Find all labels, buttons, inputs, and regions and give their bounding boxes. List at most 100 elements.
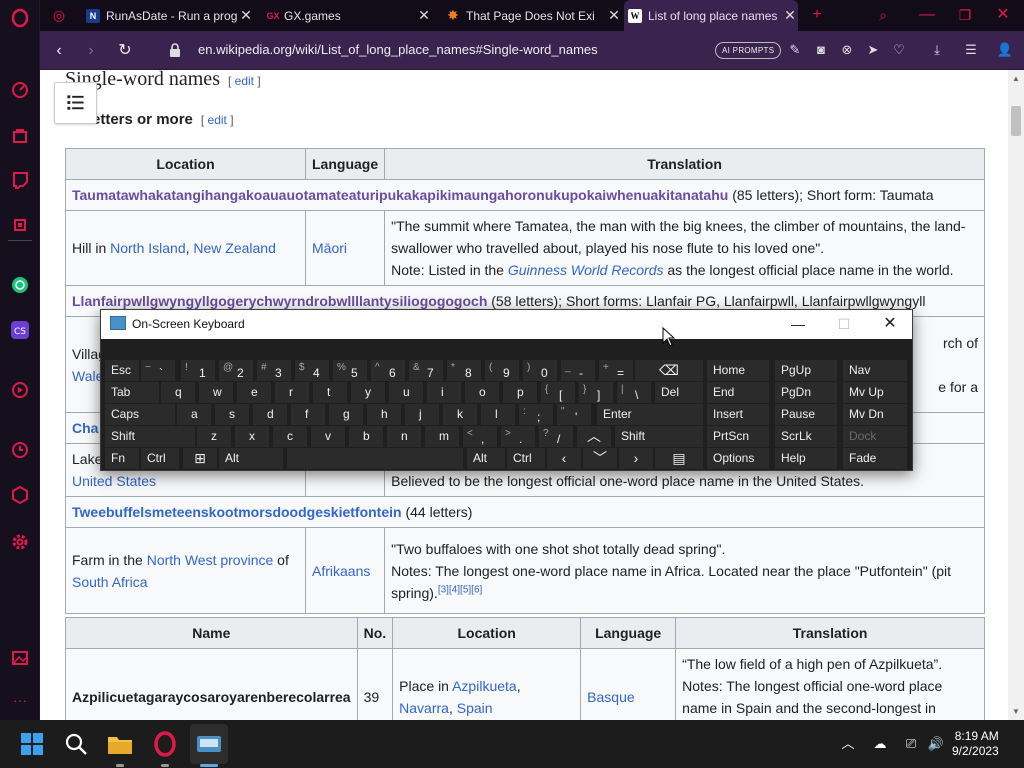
key-2[interactable]: @2 xyxy=(219,360,253,381)
key-5[interactable]: % 5 xyxy=(333,360,367,381)
key-context-menu-icon[interactable]: ▤ xyxy=(655,448,703,469)
key-f[interactable]: f xyxy=(291,404,325,425)
scroll-thumb[interactable] xyxy=(1011,106,1021,136)
key-t[interactable]: t xyxy=(313,382,347,403)
key-q[interactable]: q xyxy=(161,382,195,403)
key-8[interactable]: * 8 xyxy=(447,360,481,381)
more-dots-icon[interactable]: ··· xyxy=(10,690,30,710)
new-tab-plus-icon[interactable]: + xyxy=(806,5,828,25)
location-link[interactable]: United States xyxy=(72,473,156,489)
key-alt[interactable]: Alt xyxy=(467,448,505,469)
camera-icon[interactable]: ◙ xyxy=(812,41,830,59)
tab-long-place-names[interactable]: W List of long place names ✕ xyxy=(624,0,798,31)
key-3[interactable]: #3 xyxy=(257,360,291,381)
minimize-icon[interactable]: — xyxy=(787,314,809,334)
forward-icon[interactable]: › xyxy=(80,40,102,62)
tab-close-icon[interactable]: ✕ xyxy=(606,7,622,24)
key-a[interactable]: a xyxy=(177,404,211,425)
location-link[interactable]: New Zealand xyxy=(193,240,276,256)
key-windows-icon[interactable]: ⊞ xyxy=(183,448,217,469)
key-dock[interactable]: Dock xyxy=(843,426,907,447)
key-w[interactable]: w xyxy=(199,382,233,403)
extensions-cube-icon[interactable] xyxy=(10,485,30,505)
aria-icon[interactable] xyxy=(10,80,30,100)
lock-icon[interactable] xyxy=(168,42,182,58)
location-link[interactable]: Spain xyxy=(457,700,493,716)
key-down-arrow-icon[interactable]: ﹀ xyxy=(583,448,617,469)
close-window-icon[interactable]: ✕ xyxy=(992,5,1014,25)
key-end[interactable]: End xyxy=(707,382,769,403)
place-name-link[interactable]: Llanfairpwllgwyngyllgogerychwyrndrobwlll… xyxy=(72,293,487,309)
key-scrlk[interactable]: ScrLk xyxy=(775,426,837,447)
easy-setup-icon[interactable]: ☰ xyxy=(962,41,980,59)
key-options[interactable]: Options xyxy=(707,448,769,469)
key-v[interactable]: v xyxy=(311,426,345,447)
key-shift[interactable]: Shift xyxy=(615,426,703,447)
maximize-icon[interactable]: ☐ xyxy=(833,314,855,334)
url-text[interactable]: en.wikipedia.org/wiki/List_of_long_place… xyxy=(198,42,598,57)
location-link[interactable]: South Africa xyxy=(72,574,148,590)
key-left-arrow-icon[interactable]: ‹ xyxy=(547,448,581,469)
heart-icon[interactable]: ♡ xyxy=(890,41,908,59)
language-link[interactable]: Basque xyxy=(587,689,634,705)
shopping-bag-icon[interactable] xyxy=(10,125,30,145)
settings-gear-icon[interactable] xyxy=(10,532,30,552)
location-link[interactable]: North West province xyxy=(147,552,274,568)
key-prtscn[interactable]: PrtScn xyxy=(707,426,769,447)
scroll-up-icon[interactable]: ▲ xyxy=(1012,74,1020,83)
key-x[interactable]: x xyxy=(235,426,269,447)
onedrive-icon[interactable]: ☁ xyxy=(870,734,890,754)
key-symbol[interactable]: {[ xyxy=(541,382,575,403)
edit-link[interactable]: edit xyxy=(235,74,254,88)
key-pgup[interactable]: PgUp xyxy=(775,360,837,381)
key-u[interactable]: u xyxy=(389,382,423,403)
key-1[interactable]: ! 1 xyxy=(181,360,215,381)
key-l[interactable]: l xyxy=(481,404,515,425)
key-symbol[interactable]: :; xyxy=(519,404,553,425)
chatsonic-icon[interactable]: CS xyxy=(10,320,30,340)
key-up-arrow-icon[interactable]: ︿ xyxy=(577,426,611,447)
key-help[interactable]: Help xyxy=(775,448,837,469)
search-tabs-icon[interactable]: ⌕ xyxy=(872,5,894,25)
send-icon[interactable]: ➤ xyxy=(864,41,882,59)
key-symbol[interactable]: | \ xyxy=(617,382,651,403)
key-9[interactable]: (9 xyxy=(485,360,519,381)
windows-start-icon[interactable] xyxy=(18,730,46,758)
key-symbol[interactable]: ~ ` xyxy=(141,360,175,381)
key-del[interactable]: Del xyxy=(655,382,703,403)
restore-icon[interactable]: ❐ xyxy=(954,5,976,25)
key-j[interactable]: j xyxy=(405,404,439,425)
scroll-down-icon[interactable]: ▼ xyxy=(1012,707,1020,716)
opera-gx-taskbar-icon[interactable] xyxy=(151,730,179,758)
tab-page-not-exist[interactable]: ✸ That Page Does Not Exi ✕ xyxy=(446,0,622,31)
key-tab[interactable]: Tab xyxy=(105,382,159,403)
key-right-arrow-icon[interactable]: › xyxy=(619,448,653,469)
key-c[interactable]: c xyxy=(273,426,307,447)
key-b[interactable]: b xyxy=(349,426,383,447)
adblock-icon[interactable]: ⊗ xyxy=(838,41,856,59)
key-z[interactable]: z xyxy=(197,426,231,447)
location-link[interactable]: North Island xyxy=(110,240,185,256)
key-d[interactable]: d xyxy=(253,404,287,425)
key-symbol[interactable]: >. xyxy=(501,426,535,447)
ai-prompts-button[interactable]: AI PROMPTS xyxy=(715,42,782,59)
key-n[interactable]: n xyxy=(387,426,421,447)
key-ctrl[interactable]: Ctrl xyxy=(141,448,179,469)
opera-logo-icon[interactable] xyxy=(10,8,30,28)
key-6[interactable]: ^ 6 xyxy=(371,360,405,381)
location-link[interactable]: Navarra xyxy=(399,700,449,716)
minimize-icon[interactable]: — xyxy=(916,5,938,25)
key-e[interactable]: e xyxy=(237,382,271,403)
key-fn[interactable]: Fn xyxy=(105,448,139,469)
key-fade[interactable]: Fade xyxy=(843,448,907,469)
key-o[interactable]: o xyxy=(465,382,499,403)
key-symbol[interactable]: ? / xyxy=(539,426,573,447)
key-y[interactable]: y xyxy=(351,382,385,403)
key-s[interactable]: s xyxy=(215,404,249,425)
place-name-link[interactable]: Taumatawhakatangihangakoauauotamateaturi… xyxy=(72,187,728,203)
osk-title-bar[interactable]: On-Screen Keyboard — ☐ ✕ xyxy=(101,310,912,339)
key-i[interactable]: i xyxy=(427,382,461,403)
key-ctrl[interactable]: Ctrl xyxy=(507,448,545,469)
key-esc[interactable]: Esc xyxy=(105,360,139,381)
image-gallery-icon[interactable] xyxy=(10,648,30,668)
